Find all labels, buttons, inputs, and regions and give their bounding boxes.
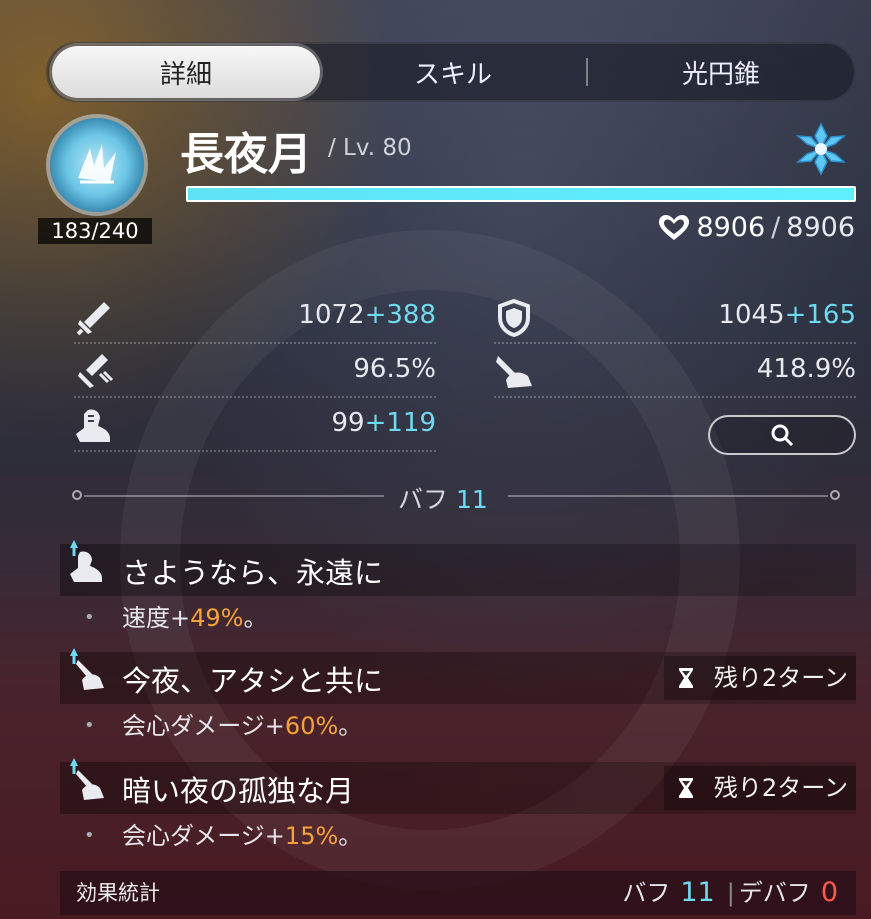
- ice-element-icon: [795, 122, 847, 180]
- effect-counts: バフ 11 | デバフ 0: [622, 871, 838, 915]
- hp-separator: /: [771, 212, 781, 243]
- divider-line-right: [508, 495, 828, 497]
- tab-details[interactable]: 詳細: [52, 46, 320, 98]
- hp-bar-fill: [188, 188, 854, 200]
- stat-atk-value: 1072+388: [298, 300, 436, 330]
- buff-divider: バフ 11: [58, 478, 856, 514]
- stat-crit-rate: 96.5%: [74, 344, 436, 398]
- buff-header: 暗い夜の孤独な月 残り2ターン: [60, 758, 856, 814]
- crit-dmg-buff-icon: [70, 648, 104, 690]
- buff-description: • 会心ダメージ+60%。: [60, 704, 856, 752]
- tab-bar: 詳細 スキル 光円錐: [46, 42, 856, 102]
- buff-header: さようなら、永遠に: [60, 540, 856, 596]
- hourglass-icon: [678, 778, 693, 798]
- buff-count-label: バフ: [622, 879, 671, 907]
- bullet: •: [84, 825, 95, 846]
- search-icon: [771, 424, 794, 447]
- count-separator: |: [726, 879, 735, 907]
- sword-icon: [76, 302, 110, 336]
- tab-light-cone[interactable]: 光円錐: [588, 44, 854, 100]
- stat-crit-dmg: 418.9%: [494, 344, 856, 398]
- hp-bar: [186, 186, 856, 202]
- crit-rate-icon: [78, 354, 114, 388]
- stat-def: 1045+165: [494, 290, 856, 344]
- buff-title: さようなら、永遠に: [122, 556, 384, 590]
- character-avatar[interactable]: [50, 118, 144, 212]
- stat-atk: 1072+388: [74, 290, 436, 344]
- stat-spd: 99+119: [74, 398, 436, 452]
- buff-description: • 速度+49%。: [60, 596, 856, 644]
- hp-max: 8906: [786, 212, 855, 243]
- effect-summary-label: 効果統計: [76, 881, 160, 905]
- stat-def-value: 1045+165: [718, 300, 856, 330]
- buff-item[interactable]: 暗い夜の孤独な月 残り2ターン • 会心ダメージ+15%。: [60, 758, 856, 862]
- hp-readout: 8906 / 8906: [658, 212, 855, 243]
- divider-dot-right: [830, 490, 840, 500]
- character-level: / Lv. 80: [328, 135, 412, 161]
- buff-duration: 残り2ターン: [663, 656, 856, 700]
- debuff-count-label: デバフ: [738, 879, 811, 907]
- buff-count: 11: [680, 877, 715, 908]
- shield-icon: [498, 298, 530, 338]
- buff-description: • 会心ダメージ+15%。: [60, 814, 856, 862]
- boot-icon: [76, 409, 110, 442]
- hourglass-icon: [678, 668, 693, 688]
- hp-current: 8906: [696, 212, 766, 243]
- debuff-count: 0: [820, 877, 838, 908]
- buff-title: 暗い夜の孤独な月: [122, 774, 355, 808]
- buff-title: 今夜、アタシと共に: [122, 664, 384, 698]
- stat-spd-value: 99+119: [331, 408, 436, 438]
- crit-dmg-icon: [496, 356, 532, 388]
- character-name: 長夜月: [180, 129, 312, 180]
- divider-line-left: [84, 495, 384, 497]
- energy-counter: 183/240: [38, 218, 152, 244]
- speed-buff-icon: [70, 540, 102, 582]
- buff-header: 今夜、アタシと共に 残り2ターン: [60, 648, 856, 704]
- effect-summary-bar[interactable]: 効果統計 バフ 11 | デバフ 0: [60, 871, 856, 915]
- divider-dot-left: [72, 490, 82, 500]
- bullet: •: [84, 715, 95, 736]
- stat-crit-dmg-value: 418.9%: [756, 354, 856, 384]
- tab-skills[interactable]: スキル: [320, 44, 586, 100]
- stat-details-button[interactable]: [708, 415, 856, 455]
- buff-item[interactable]: 今夜、アタシと共に 残り2ターン • 会心ダメージ+60%。: [60, 648, 856, 752]
- ultimate-icon: [78, 144, 116, 184]
- buff-divider-label: バフ 11: [398, 485, 488, 514]
- crit-dmg-buff-icon: [70, 758, 104, 800]
- buff-duration: 残り2ターン: [663, 766, 856, 810]
- stat-crit-rate-value: 96.5%: [353, 354, 436, 384]
- heart-icon: [659, 214, 690, 240]
- buff-item[interactable]: さようなら、永遠に • 速度+49%。: [60, 540, 856, 644]
- bullet: •: [84, 607, 95, 628]
